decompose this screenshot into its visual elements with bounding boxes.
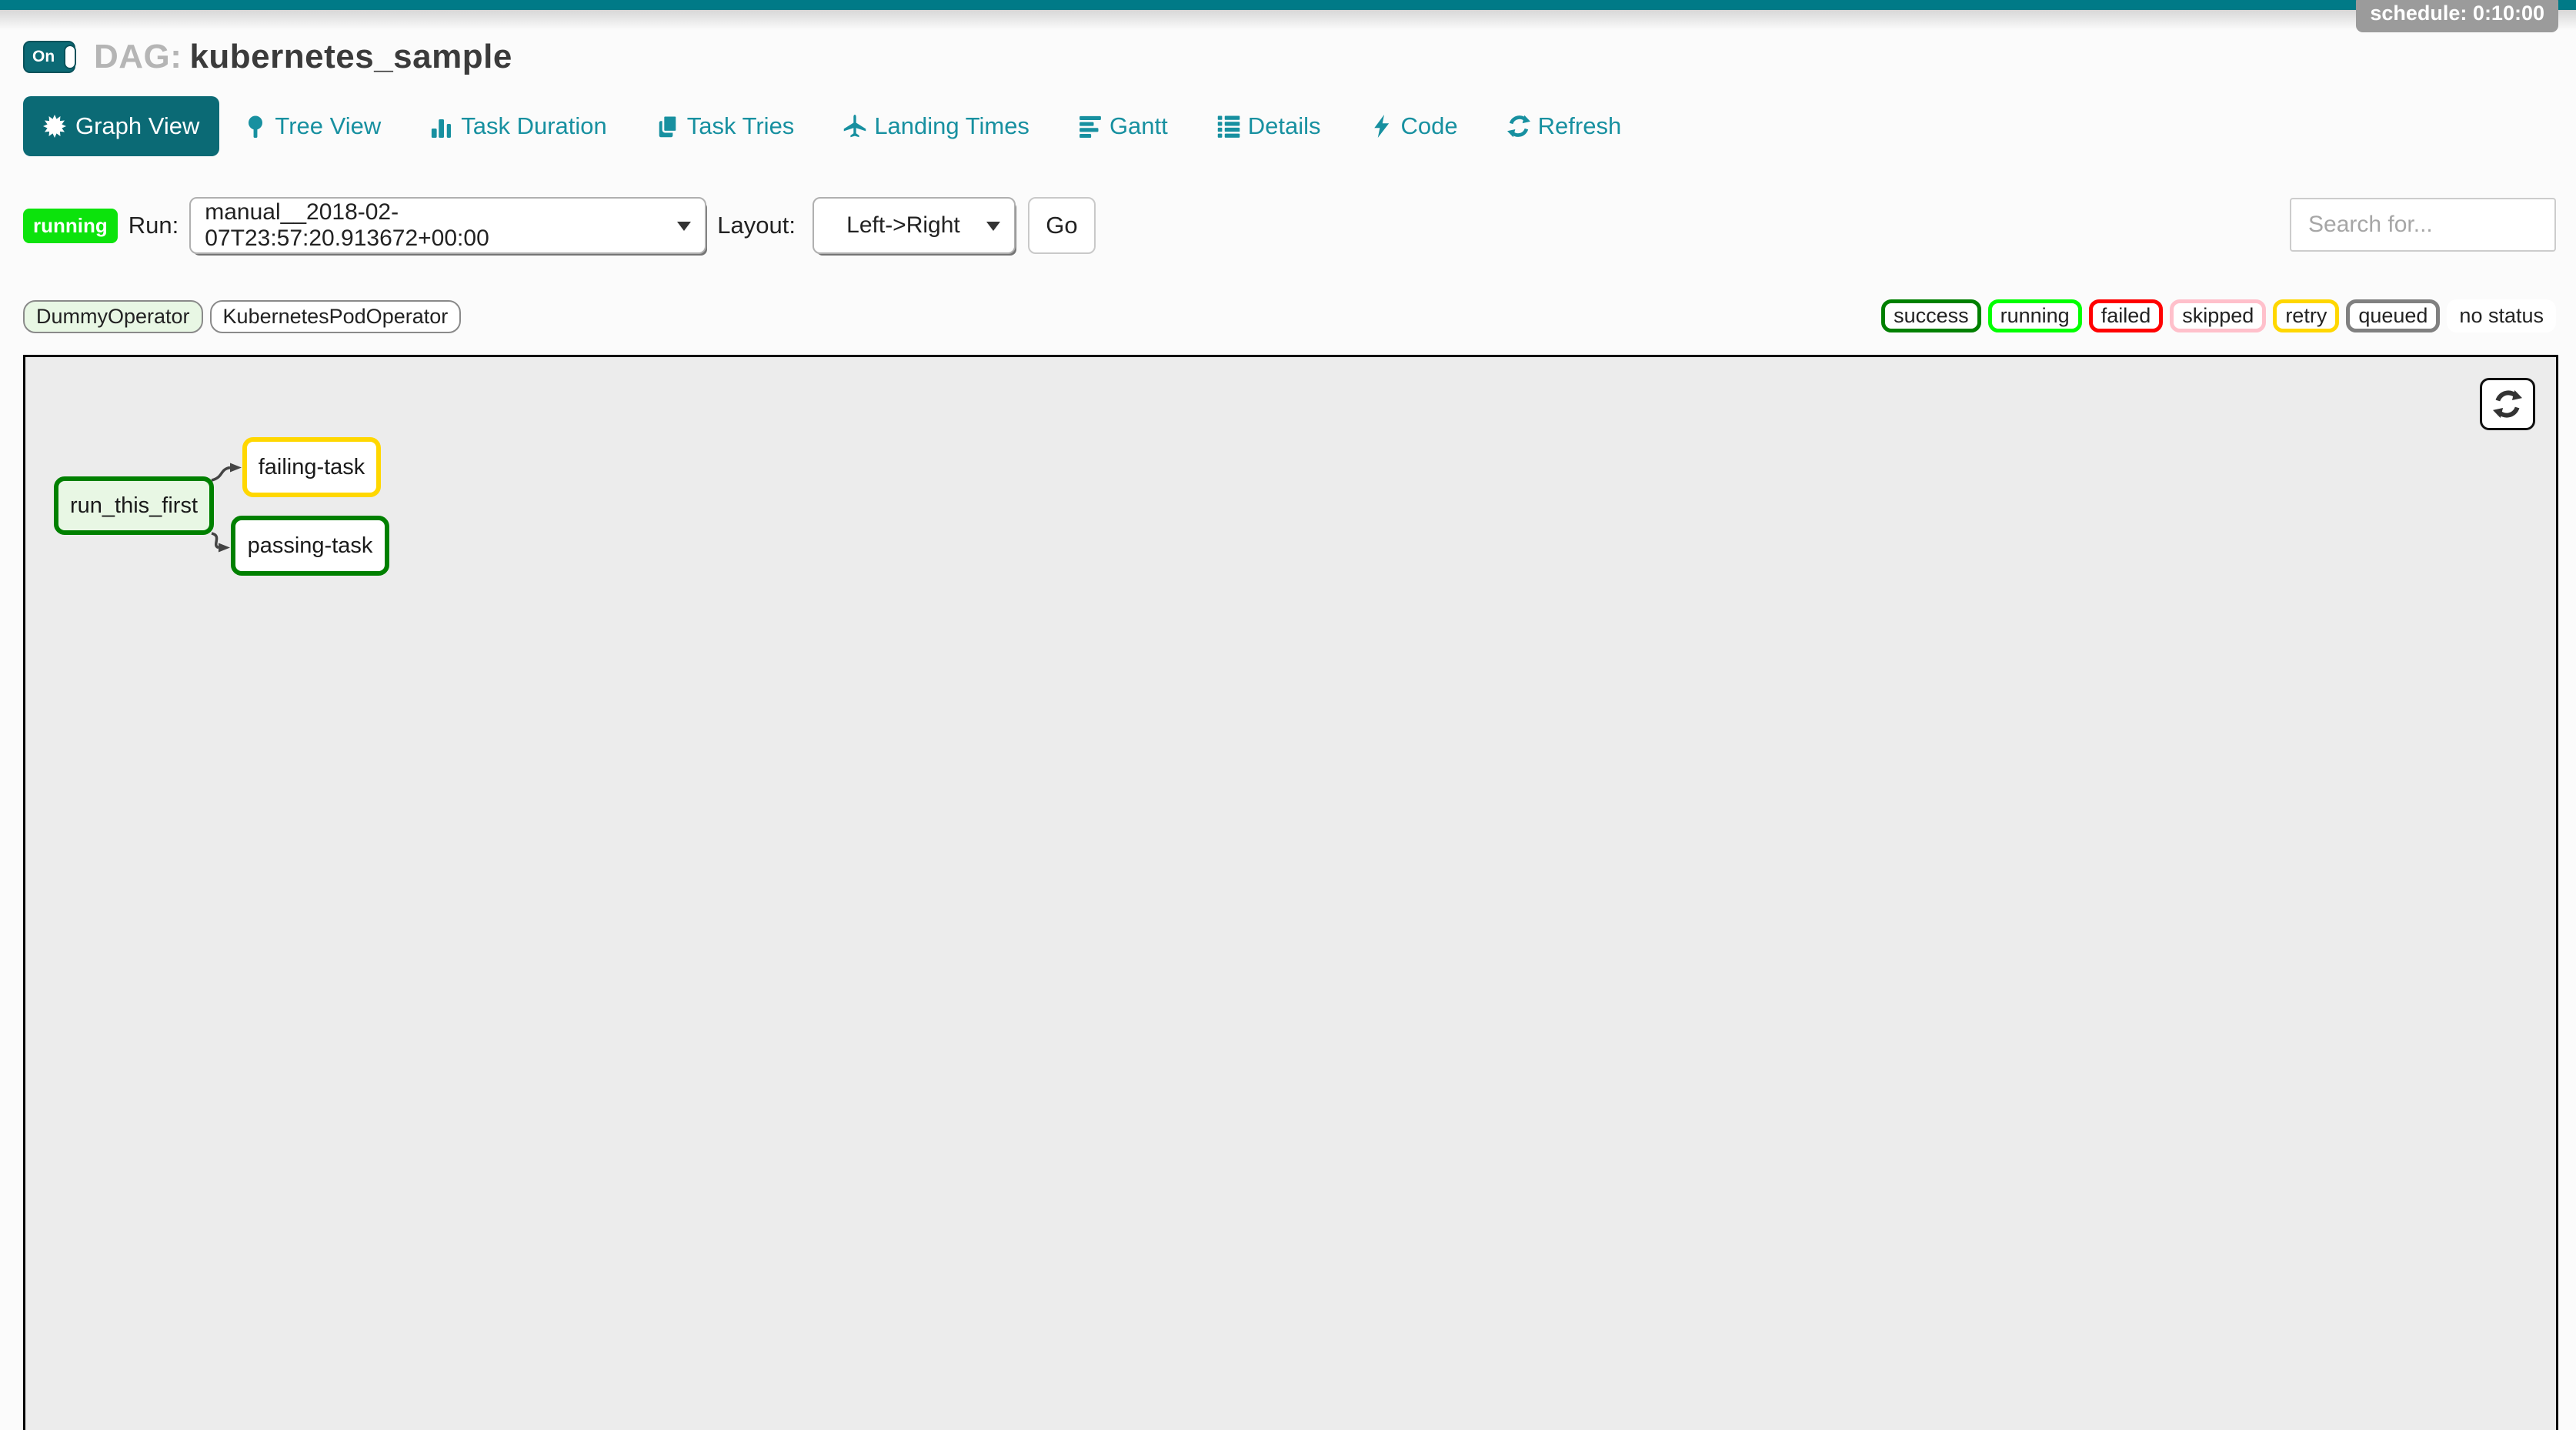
run-select-value: manual__2018-02-07T23:57:20.913672+00:00 bbox=[205, 199, 669, 252]
run-controls: running Run: manual__2018-02-07T23:57:20… bbox=[23, 196, 2576, 255]
status-badge-queued: queued bbox=[2346, 299, 2440, 332]
tab-code[interactable]: Code bbox=[1370, 112, 1458, 140]
tab-label: Task Duration bbox=[461, 112, 607, 140]
toggle-knob[interactable] bbox=[64, 45, 76, 69]
tab-label: Code bbox=[1401, 112, 1458, 140]
edge-run-this-first-to-passing-task bbox=[212, 533, 219, 548]
tab-label: Graph View bbox=[75, 112, 199, 140]
edge-arrowhead bbox=[219, 543, 230, 553]
status-legend: success running failed skipped retry que… bbox=[1881, 299, 2556, 332]
legend-row: DummyOperator KubernetesPodOperator succ… bbox=[23, 299, 2576, 333]
dag-on-off-toggle[interactable]: On bbox=[23, 41, 75, 73]
search-input[interactable] bbox=[2290, 198, 2556, 252]
edge-run-this-first-to-failing-task bbox=[212, 468, 230, 481]
plane-icon bbox=[843, 115, 866, 138]
task-node-label: run_this_first bbox=[70, 493, 198, 519]
layout-select[interactable]: Left->Right bbox=[813, 197, 1016, 254]
tab-label: Gantt bbox=[1109, 112, 1168, 140]
dag-label: DAG: bbox=[94, 38, 182, 75]
list-icon bbox=[1217, 115, 1240, 138]
layout-label: Layout: bbox=[717, 212, 796, 239]
run-select[interactable]: manual__2018-02-07T23:57:20.913672+00:00 bbox=[189, 197, 706, 254]
tab-label: Refresh bbox=[1538, 112, 1622, 140]
align-left-icon bbox=[1079, 115, 1102, 138]
tab-graph-view[interactable]: Graph View bbox=[23, 96, 219, 156]
view-nav: Graph View Tree View Task Duration Task … bbox=[23, 96, 2576, 156]
status-badge-running: running bbox=[1988, 299, 2082, 332]
top-shadow bbox=[0, 10, 2576, 30]
task-node-run-this-first[interactable]: run_this_first bbox=[54, 476, 214, 535]
header: On DAG:kubernetes_sample schedule: 0:10:… bbox=[23, 33, 2576, 81]
tab-label: Tree View bbox=[275, 112, 381, 140]
operator-legend-dummy: DummyOperator bbox=[23, 300, 203, 333]
run-label: Run: bbox=[128, 212, 179, 239]
task-node-failing-task[interactable]: failing-task bbox=[242, 437, 381, 497]
chevron-down-icon bbox=[986, 222, 1000, 231]
operator-legend-kubernetespod: KubernetesPodOperator bbox=[210, 300, 462, 333]
chevron-down-icon bbox=[677, 222, 691, 231]
tab-label: Task Tries bbox=[687, 112, 795, 140]
status-badge-no-status: no status bbox=[2447, 299, 2556, 332]
task-node-label: failing-task bbox=[259, 455, 365, 480]
tab-refresh[interactable]: Refresh bbox=[1507, 112, 1622, 140]
nav-links: Tree View Task Duration Task Tries Landi… bbox=[244, 112, 1621, 140]
dag-graph-canvas[interactable]: run_this_first failing-task passing-task bbox=[23, 355, 2558, 1430]
graph-refresh-button[interactable] bbox=[2480, 378, 2535, 430]
status-badge-success: success bbox=[1881, 299, 1981, 332]
tab-tree-view[interactable]: Tree View bbox=[244, 112, 381, 140]
dag-run-state-badge: running bbox=[23, 209, 118, 243]
top-teal-strip bbox=[0, 0, 2576, 10]
refresh-icon bbox=[2493, 389, 2522, 419]
tab-landing-times[interactable]: Landing Times bbox=[843, 112, 1029, 140]
tab-label: Landing Times bbox=[874, 112, 1029, 140]
certificate-star-icon bbox=[43, 115, 66, 138]
go-button[interactable]: Go bbox=[1028, 197, 1096, 254]
tab-label: Details bbox=[1248, 112, 1321, 140]
schedule-badge: schedule: 0:10:00 bbox=[2356, 0, 2558, 32]
status-badge-failed: failed bbox=[2089, 299, 2164, 332]
layout-select-value: Left->Right bbox=[846, 212, 960, 239]
tree-icon bbox=[244, 115, 267, 138]
tab-gantt[interactable]: Gantt bbox=[1079, 112, 1168, 140]
tab-task-duration[interactable]: Task Duration bbox=[430, 112, 607, 140]
edge-arrowhead bbox=[230, 463, 242, 473]
duplicate-icon bbox=[656, 115, 679, 138]
task-node-label: passing-task bbox=[248, 533, 373, 559]
tab-details[interactable]: Details bbox=[1217, 112, 1321, 140]
refresh-icon bbox=[1507, 115, 1530, 138]
page-title: DAG:kubernetes_sample bbox=[94, 38, 512, 76]
bolt-icon bbox=[1370, 115, 1393, 138]
task-node-passing-task[interactable]: passing-task bbox=[231, 516, 389, 576]
dag-name: kubernetes_sample bbox=[189, 38, 512, 75]
bar-chart-icon bbox=[430, 115, 453, 138]
tab-task-tries[interactable]: Task Tries bbox=[656, 112, 795, 140]
status-badge-retry: retry bbox=[2273, 299, 2339, 332]
status-badge-skipped: skipped bbox=[2170, 299, 2266, 332]
toggle-on-label: On bbox=[32, 48, 55, 66]
